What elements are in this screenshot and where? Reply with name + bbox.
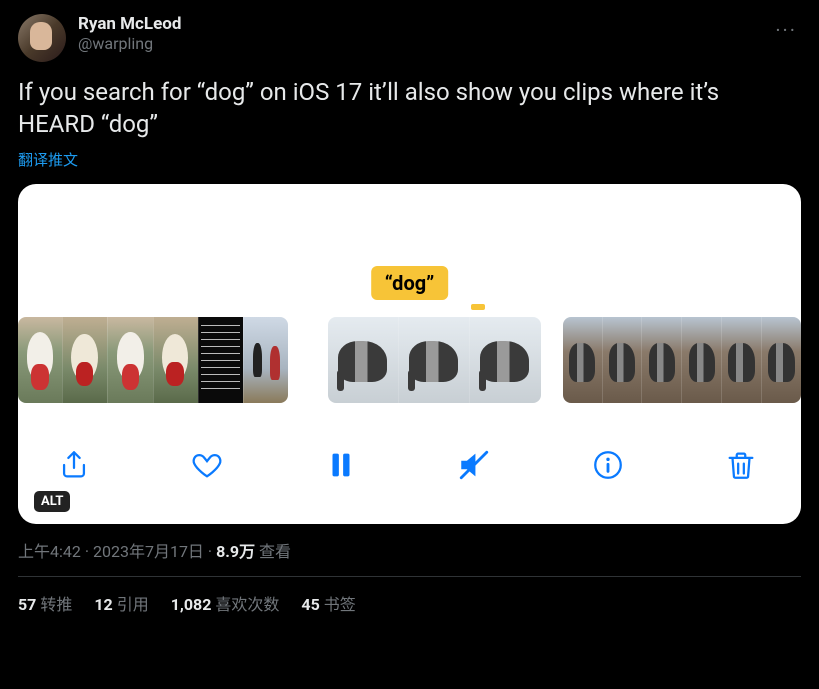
clip-frame [469, 317, 540, 403]
alt-badge[interactable]: ALT [34, 491, 70, 512]
clip-frame [18, 317, 62, 403]
tweet-header: Ryan McLeod @warpling ··· [18, 14, 801, 62]
tweet-text: If you search for “dog” on iOS 17 it’ll … [18, 76, 801, 141]
caption-bubble: “dog” [371, 266, 449, 300]
stat-bookmarks[interactable]: 45书签 [301, 591, 355, 615]
stat-retweets[interactable]: 57转推 [18, 591, 72, 615]
trash-icon [724, 448, 758, 482]
more-button[interactable]: ··· [771, 14, 801, 46]
trash-button[interactable] [721, 445, 761, 485]
share-icon [57, 448, 91, 482]
media-toolbar [18, 436, 801, 494]
stat-quotes[interactable]: 12引用 [94, 591, 148, 615]
heart-icon [190, 448, 224, 482]
info-button[interactable] [588, 445, 628, 485]
tweet-date: 2023年7月17日 [93, 542, 204, 561]
playhead-marker [471, 304, 485, 310]
clip-group[interactable] [563, 317, 801, 403]
clip-frame [198, 317, 243, 403]
mute-icon [457, 448, 491, 482]
translate-link[interactable]: 翻译推文 [18, 149, 801, 170]
mute-button[interactable] [454, 445, 494, 485]
like-button[interactable] [187, 445, 227, 485]
views-count: 8.9万 [216, 542, 255, 561]
clip-frame [62, 317, 107, 403]
tweet-container: Ryan McLeod @warpling ··· If you search … [0, 0, 819, 615]
author-display-name: Ryan McLeod [78, 14, 759, 34]
pause-icon [324, 448, 358, 482]
clip-frame [563, 317, 602, 403]
clip-frame [107, 317, 152, 403]
clip-frame [398, 317, 469, 403]
info-icon [591, 448, 625, 482]
author-handle: @warpling [78, 34, 759, 53]
clip-frame [243, 317, 288, 403]
clip-frame [681, 317, 721, 403]
clip-frame [153, 317, 198, 403]
pause-button[interactable] [321, 445, 361, 485]
clip-frame [721, 317, 761, 403]
stat-likes[interactable]: 1,082喜欢次数 [171, 591, 280, 615]
media-card[interactable]: “dog” [18, 184, 801, 524]
clip-frame [602, 317, 642, 403]
clip-frame [641, 317, 681, 403]
avatar[interactable] [18, 14, 66, 62]
video-timeline[interactable] [18, 312, 801, 408]
clip-frame [761, 317, 801, 403]
tweet-time: 上午4:42 [18, 542, 81, 561]
author-block[interactable]: Ryan McLeod @warpling [78, 14, 759, 53]
clip-group[interactable] [18, 317, 288, 403]
share-button[interactable] [54, 445, 94, 485]
views-label: 查看 [255, 542, 291, 561]
tweet-stats: 57转推 12引用 1,082喜欢次数 45书签 [18, 577, 801, 615]
tweet-meta[interactable]: 上午4:42 · 2023年7月17日 · 8.9万 查看 [18, 538, 801, 562]
clip-frame [328, 317, 398, 403]
clip-group[interactable] [328, 317, 541, 403]
